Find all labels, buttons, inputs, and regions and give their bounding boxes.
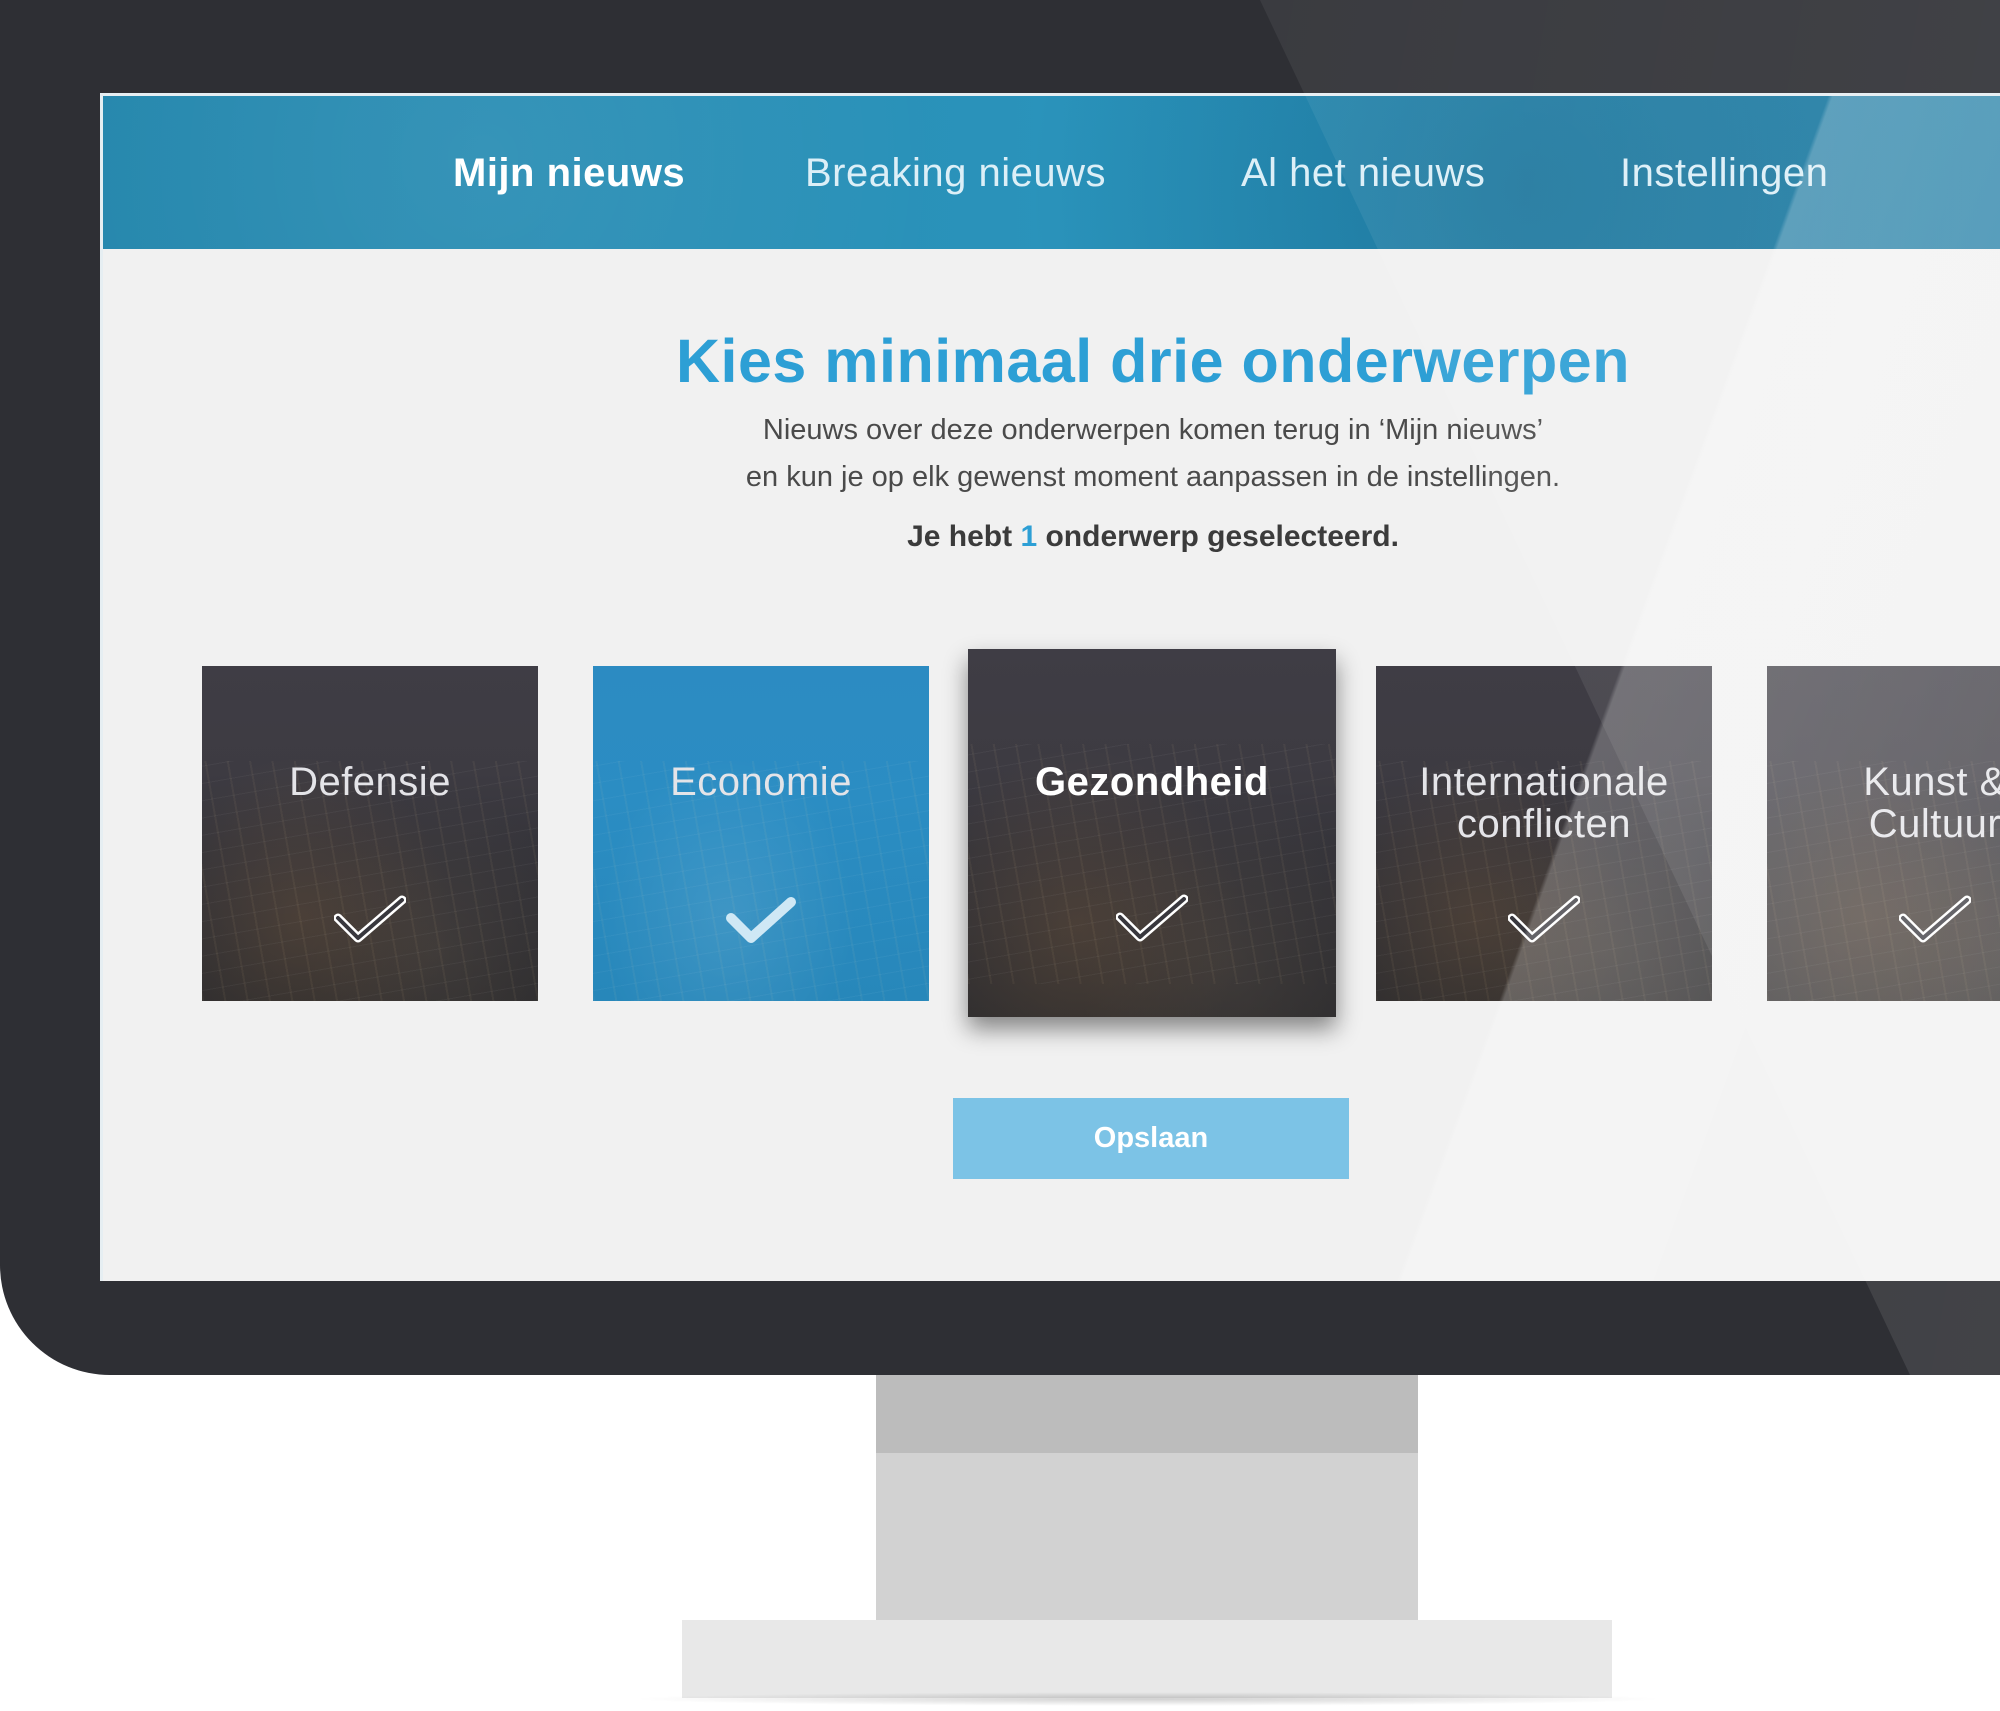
- topic-label-line-2: conflicten: [1457, 802, 1631, 846]
- topic-tile-economie[interactable]: Economie: [593, 666, 929, 1001]
- nav-item-instellingen[interactable]: Instellingen: [1620, 148, 1828, 198]
- nav-item-mijn-nieuws[interactable]: Mijn nieuws: [453, 148, 685, 198]
- selection-count-prefix: Je hebt: [907, 520, 1013, 553]
- save-button[interactable]: Opslaan: [953, 1098, 1349, 1179]
- checkmark-icon: [1508, 895, 1580, 943]
- selection-count-suffix: onderwerp geselecteerd.: [1045, 520, 1399, 553]
- topic-label: Internationale conflicten: [1376, 761, 1712, 845]
- app-screen: Mijn nieuws Breaking nieuws Al het nieuw…: [100, 93, 2000, 1281]
- nav-item-breaking-nieuws[interactable]: Breaking nieuws: [805, 148, 1106, 198]
- topic-tile-kunst-cultuur[interactable]: Kunst & Cultuur: [1767, 666, 2000, 1001]
- topic-label: Kunst & Cultuur: [1767, 761, 2000, 845]
- page-subtitle: Nieuws over deze onderwerpen komen terug…: [103, 407, 2000, 501]
- topic-label-line-1: Defensie: [289, 760, 451, 804]
- checkmark-icon: [334, 895, 406, 943]
- topic-tile-internationale-conflicten[interactable]: Internationale conflicten: [1376, 666, 1712, 1001]
- topic-label-line-1: Kunst &: [1863, 760, 2000, 804]
- topic-label: Economie: [593, 761, 929, 803]
- nav-item-al-het-nieuws[interactable]: Al het nieuws: [1241, 148, 1485, 198]
- topic-label-line-1: Internationale: [1419, 760, 1669, 804]
- checkmark-icon: [726, 897, 796, 943]
- topic-label-line-1: Economie: [670, 760, 852, 804]
- topic-label: Gezondheid: [968, 761, 1336, 803]
- selection-count-text: Je hebt 1 onderwerp geselecteerd.: [103, 520, 2000, 554]
- selection-count-number: 1: [1020, 520, 1038, 553]
- topic-label: Defensie: [202, 761, 538, 803]
- subtitle-line-2: en kun je op elk gewenst moment aanpasse…: [745, 461, 1561, 493]
- topic-tile-defensie[interactable]: Defensie: [202, 666, 538, 1001]
- monitor-stand-neck: [876, 1375, 1418, 1620]
- monitor-bezel: Mijn nieuws Breaking nieuws Al het nieuw…: [0, 0, 2000, 1375]
- page-title: Kies minimaal drie onderwerpen: [675, 327, 1630, 395]
- topic-tile-gezondheid[interactable]: Gezondheid: [968, 649, 1336, 1017]
- checkmark-icon: [1899, 895, 1971, 943]
- monitor-stand-base: [682, 1620, 1612, 1698]
- monitor-stand-shadow: [628, 1692, 1668, 1706]
- subtitle-line-1: Nieuws over deze onderwerpen komen terug…: [762, 414, 1544, 446]
- checkmark-icon: [1116, 894, 1188, 942]
- topic-label-line-1: Gezondheid: [1035, 760, 1269, 804]
- topic-label-line-2: Cultuur: [1868, 802, 2000, 846]
- top-navigation: Mijn nieuws Breaking nieuws Al het nieuw…: [103, 96, 2000, 249]
